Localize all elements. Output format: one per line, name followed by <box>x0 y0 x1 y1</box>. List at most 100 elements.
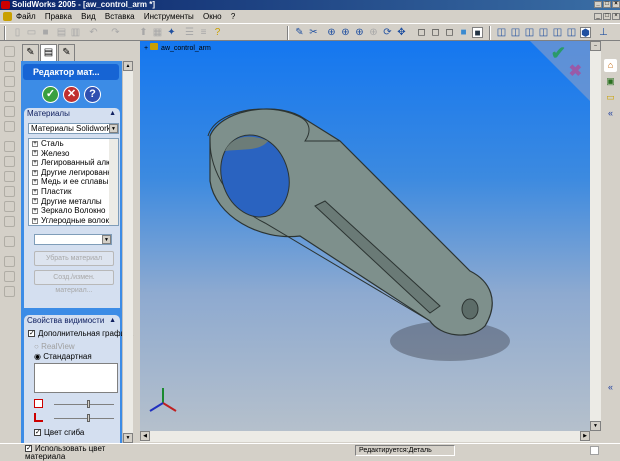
remove-material-button[interactable]: Убрать материал <box>34 251 114 266</box>
view-bottom-icon[interactable]: ◫ <box>566 27 577 38</box>
options-icon[interactable]: ☰ <box>184 27 195 38</box>
list-item[interactable]: + Зеркало Волокно <box>29 206 118 216</box>
menu-edit[interactable]: Правка <box>45 12 72 21</box>
scroll-up-button[interactable]: ▲ <box>123 61 133 71</box>
wireframe-icon[interactable]: ◻ <box>416 27 427 38</box>
tool-icon[interactable] <box>4 271 15 282</box>
save-icon[interactable]: ■ <box>40 27 51 38</box>
rotate-icon[interactable]: ⟳ <box>382 27 393 38</box>
list-item[interactable]: + Легированный алюми <box>29 158 118 168</box>
minimize-button[interactable]: _ <box>594 1 602 8</box>
viewport-horizontal-scrollbar[interactable]: ◀ ▶ <box>140 431 590 442</box>
list-item[interactable]: + Пластик <box>29 187 118 197</box>
menu-insert[interactable]: Вставка <box>105 12 135 21</box>
texture-scale-slider[interactable] <box>54 414 114 422</box>
doc-close-button[interactable]: × <box>612 13 620 20</box>
realview-radio[interactable]: ○ RealView <box>34 342 75 351</box>
shaded-edges-icon[interactable]: ■ <box>472 27 483 39</box>
list-item[interactable]: + Другие легированны <box>29 168 118 178</box>
list-icon[interactable]: ≡ <box>198 27 209 38</box>
view-right-icon[interactable]: ◫ <box>538 27 549 38</box>
print-preview-icon[interactable]: ▥ <box>70 27 81 38</box>
tool-icon[interactable] <box>4 201 15 212</box>
edit-material-button[interactable]: Созд./измен. материал... <box>34 270 114 294</box>
tool-icon[interactable] <box>4 256 15 267</box>
scroll-down-button[interactable]: ▼ <box>590 421 601 431</box>
bend-color-checkbox[interactable]: ✓ Цвет сгиба <box>34 428 84 437</box>
material-type-select[interactable]: ▼ <box>34 234 112 245</box>
color-icon[interactable] <box>34 399 43 408</box>
tool-icon[interactable] <box>4 186 15 197</box>
menu-view[interactable]: Вид <box>81 12 95 21</box>
close-button[interactable]: × <box>612 1 620 8</box>
list-item[interactable]: + Железо <box>29 149 118 159</box>
view-left-icon[interactable]: ◫ <box>524 27 535 38</box>
viewport-vertical-scrollbar[interactable]: – ▼ <box>590 41 601 431</box>
select-icon[interactable]: ⬆ <box>138 27 149 38</box>
chevron-down-icon[interactable]: ▼ <box>109 124 118 133</box>
tool-icon[interactable] <box>4 156 15 167</box>
zoom-area-icon[interactable]: ⊕ <box>340 27 351 38</box>
tab-configuration-manager[interactable]: ✎ <box>58 44 75 61</box>
help-icon[interactable]: ? <box>212 27 223 38</box>
tab-property-manager[interactable]: ▤ <box>40 44 57 61</box>
file-explorer-icon[interactable]: ▭ <box>604 91 617 104</box>
tool-icon[interactable] <box>4 286 15 297</box>
design-library-icon[interactable]: ▣ <box>604 75 617 88</box>
tool-icon[interactable] <box>4 171 15 182</box>
open-icon[interactable]: ▭ <box>26 27 37 38</box>
materials-group-header[interactable]: Материалы ▲ <box>24 108 120 120</box>
list-item[interactable]: + Сталь <box>29 139 118 149</box>
previous-view-icon[interactable]: ✎ <box>294 27 305 38</box>
doc-restore-button[interactable]: □ <box>603 13 611 20</box>
new-icon[interactable]: ▯ <box>12 27 23 38</box>
hidden-lines-visible-icon[interactable]: ◻ <box>430 27 441 38</box>
extra-graphics-checkbox[interactable]: ✓ Дополнительная графика <box>28 329 133 338</box>
tool-icon[interactable] <box>4 236 15 247</box>
hidden-lines-removed-icon[interactable]: ◻ <box>444 27 455 38</box>
view-isometric-icon[interactable]: ⬢ <box>580 27 591 39</box>
transparency-slider[interactable] <box>54 400 114 408</box>
list-scrollbar[interactable] <box>109 139 118 225</box>
shaded-icon[interactable]: ■ <box>458 27 469 38</box>
scroll-right-button[interactable]: ▶ <box>580 431 590 441</box>
grid-icon[interactable]: ▦ <box>152 27 163 38</box>
standard-radio[interactable]: ◉ Стандартная <box>34 352 92 361</box>
cancel-button[interactable]: ✕ <box>63 86 80 103</box>
sketch-tool-icon[interactable] <box>4 46 15 57</box>
view-front-icon[interactable]: ◫ <box>496 27 507 38</box>
zoom-fit-icon[interactable]: ⊕ <box>326 27 337 38</box>
rebuild-icon[interactable]: ✦ <box>166 27 177 38</box>
list-item[interactable]: + Другие металлы <box>29 197 118 207</box>
collapse-icon[interactable]: ▲ <box>109 315 116 327</box>
collapse-pane-icon[interactable]: « <box>604 381 617 394</box>
menu-file[interactable]: Файл <box>16 12 36 21</box>
tool-icon[interactable] <box>4 216 15 227</box>
texture-icon[interactable] <box>34 413 43 422</box>
normal-to-icon[interactable]: ⊥ <box>598 27 609 38</box>
section-view-icon[interactable]: ✂ <box>308 27 319 38</box>
chevron-down-icon[interactable]: ▼ <box>102 235 111 244</box>
maximize-button[interactable]: □ <box>603 1 611 8</box>
tool-icon[interactable] <box>4 121 15 132</box>
collapse-icon[interactable]: ▲ <box>109 108 116 120</box>
tool-icon[interactable] <box>4 106 15 117</box>
ok-button[interactable]: ✓ <box>42 86 59 103</box>
scroll-up-button[interactable]: – <box>590 41 601 51</box>
doc-minimize-button[interactable]: _ <box>594 13 602 20</box>
app-menu-icon[interactable] <box>3 12 12 21</box>
graphics-viewport[interactable]: + aw_control_arm ✔ ✖ <box>140 41 590 431</box>
menu-help[interactable]: ? <box>231 12 235 21</box>
tool-icon[interactable] <box>4 141 15 152</box>
home-icon[interactable]: ⌂ <box>604 59 617 72</box>
pan-icon[interactable]: ✥ <box>396 27 407 38</box>
scroll-left-button[interactable]: ◀ <box>140 431 150 441</box>
menu-tools[interactable]: Инструменты <box>144 12 194 21</box>
material-library-select[interactable]: Материалы Solidworks ▼ <box>28 123 119 134</box>
view-top-icon[interactable]: ◫ <box>552 27 563 38</box>
expand-pane-icon[interactable]: « <box>604 107 617 120</box>
tool-icon[interactable] <box>4 61 15 72</box>
panel-scrollbar[interactable]: ▲ ▼ <box>122 61 133 443</box>
menu-window[interactable]: Окно <box>203 12 222 21</box>
tool-icon[interactable] <box>4 91 15 102</box>
